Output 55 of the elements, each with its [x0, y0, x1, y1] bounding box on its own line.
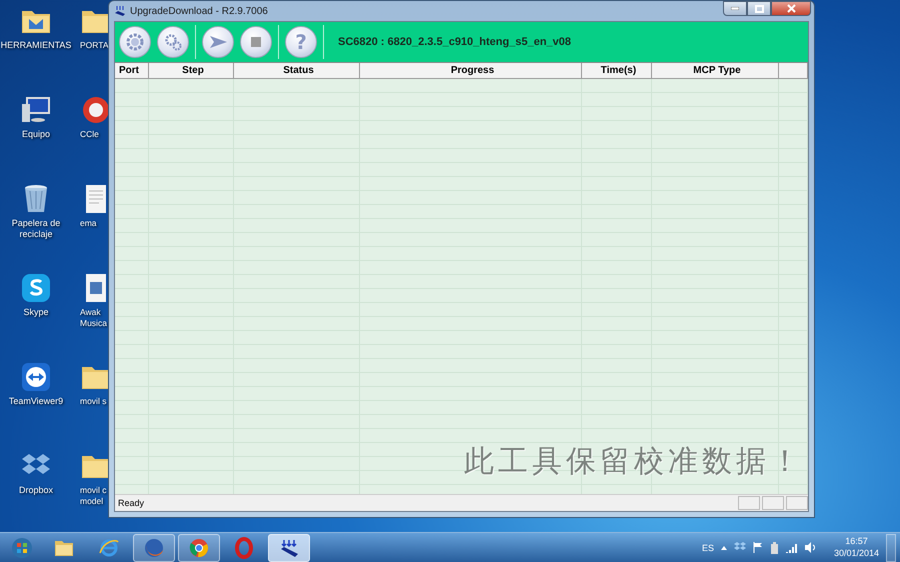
desktop-icon-label[interactable]: HERRAMIENTAS — [0, 40, 72, 52]
dropbox-icon[interactable] — [734, 542, 746, 553]
flag-icon[interactable] — [752, 542, 763, 553]
firmware-label: SC6820 : 6820_2.3.5_c910_hteng_s5_en_v08 — [338, 36, 572, 48]
maximize-icon — [754, 4, 764, 12]
skype-icon — [20, 272, 52, 304]
start-orb-icon — [11, 536, 33, 558]
language-indicator[interactable]: ES — [702, 542, 714, 552]
speaker-icon[interactable] — [804, 542, 817, 553]
close-icon — [786, 4, 796, 13]
status-panel — [738, 496, 760, 510]
signal-icon[interactable] — [786, 542, 798, 552]
taskbar-button[interactable] — [268, 534, 310, 562]
browser-e-icon — [98, 536, 120, 558]
desktop-icon-label[interactable]: TeamViewer9 — [0, 396, 72, 408]
desktop-icon-label[interactable]: Papelera de reciclaje — [0, 218, 72, 240]
desktop-icon-label[interactable]: movil c model — [80, 485, 108, 506]
column-header[interactable]: Port — [115, 63, 149, 78]
clock-date[interactable]: 30/01/2014 — [834, 548, 879, 560]
window-title: UpgradeDownload - R2.9.7006 — [130, 6, 269, 16]
desktop-icon-label[interactable]: PORTA — [80, 40, 108, 51]
chrome-icon — [188, 536, 210, 558]
minimize-button[interactable] — [723, 1, 747, 16]
status-panel — [786, 496, 808, 510]
desktop-icon-label[interactable]: Equipo — [0, 129, 72, 140]
close-button[interactable] — [771, 1, 811, 16]
status-text: Ready — [118, 498, 146, 508]
gear-icon — [125, 32, 145, 52]
minimize-icon — [731, 7, 739, 10]
teamviewer-icon — [20, 361, 52, 393]
desktop-icon-label[interactable]: Awak Musica — [80, 307, 108, 328]
status-panel — [762, 496, 784, 510]
desktop-icon-label[interactable]: Skype — [0, 307, 72, 318]
battery-icon[interactable] — [770, 542, 779, 554]
fox-globe-icon — [143, 536, 165, 558]
maximize-button[interactable] — [747, 1, 771, 16]
start-button[interactable] — [202, 26, 234, 58]
gears-icon — [163, 32, 183, 52]
options-button[interactable] — [157, 26, 189, 58]
desktop-icon-label[interactable]: movil s — [80, 396, 108, 407]
column-header[interactable]: MCP Type — [652, 63, 779, 78]
opera-icon — [233, 536, 255, 558]
desktop-icon-label[interactable]: Dropbox — [0, 485, 72, 496]
settings-button[interactable] — [119, 26, 151, 58]
column-header[interactable]: Step — [149, 63, 234, 78]
stop-button[interactable] — [240, 26, 272, 58]
desktop-icon-label[interactable]: CCle — [80, 129, 108, 140]
desktop-icon-label[interactable]: ema — [80, 218, 108, 229]
up-arrow-icon[interactable] — [720, 546, 727, 550]
column-header[interactable]: Status — [234, 63, 360, 78]
app-icon — [114, 5, 126, 17]
column-header[interactable]: Time(s) — [582, 63, 652, 78]
show-desktop-button[interactable] — [886, 534, 896, 562]
column-header[interactable]: Progress — [360, 63, 582, 78]
overlay-notice: 此工具保留校准数据！ — [464, 443, 804, 481]
